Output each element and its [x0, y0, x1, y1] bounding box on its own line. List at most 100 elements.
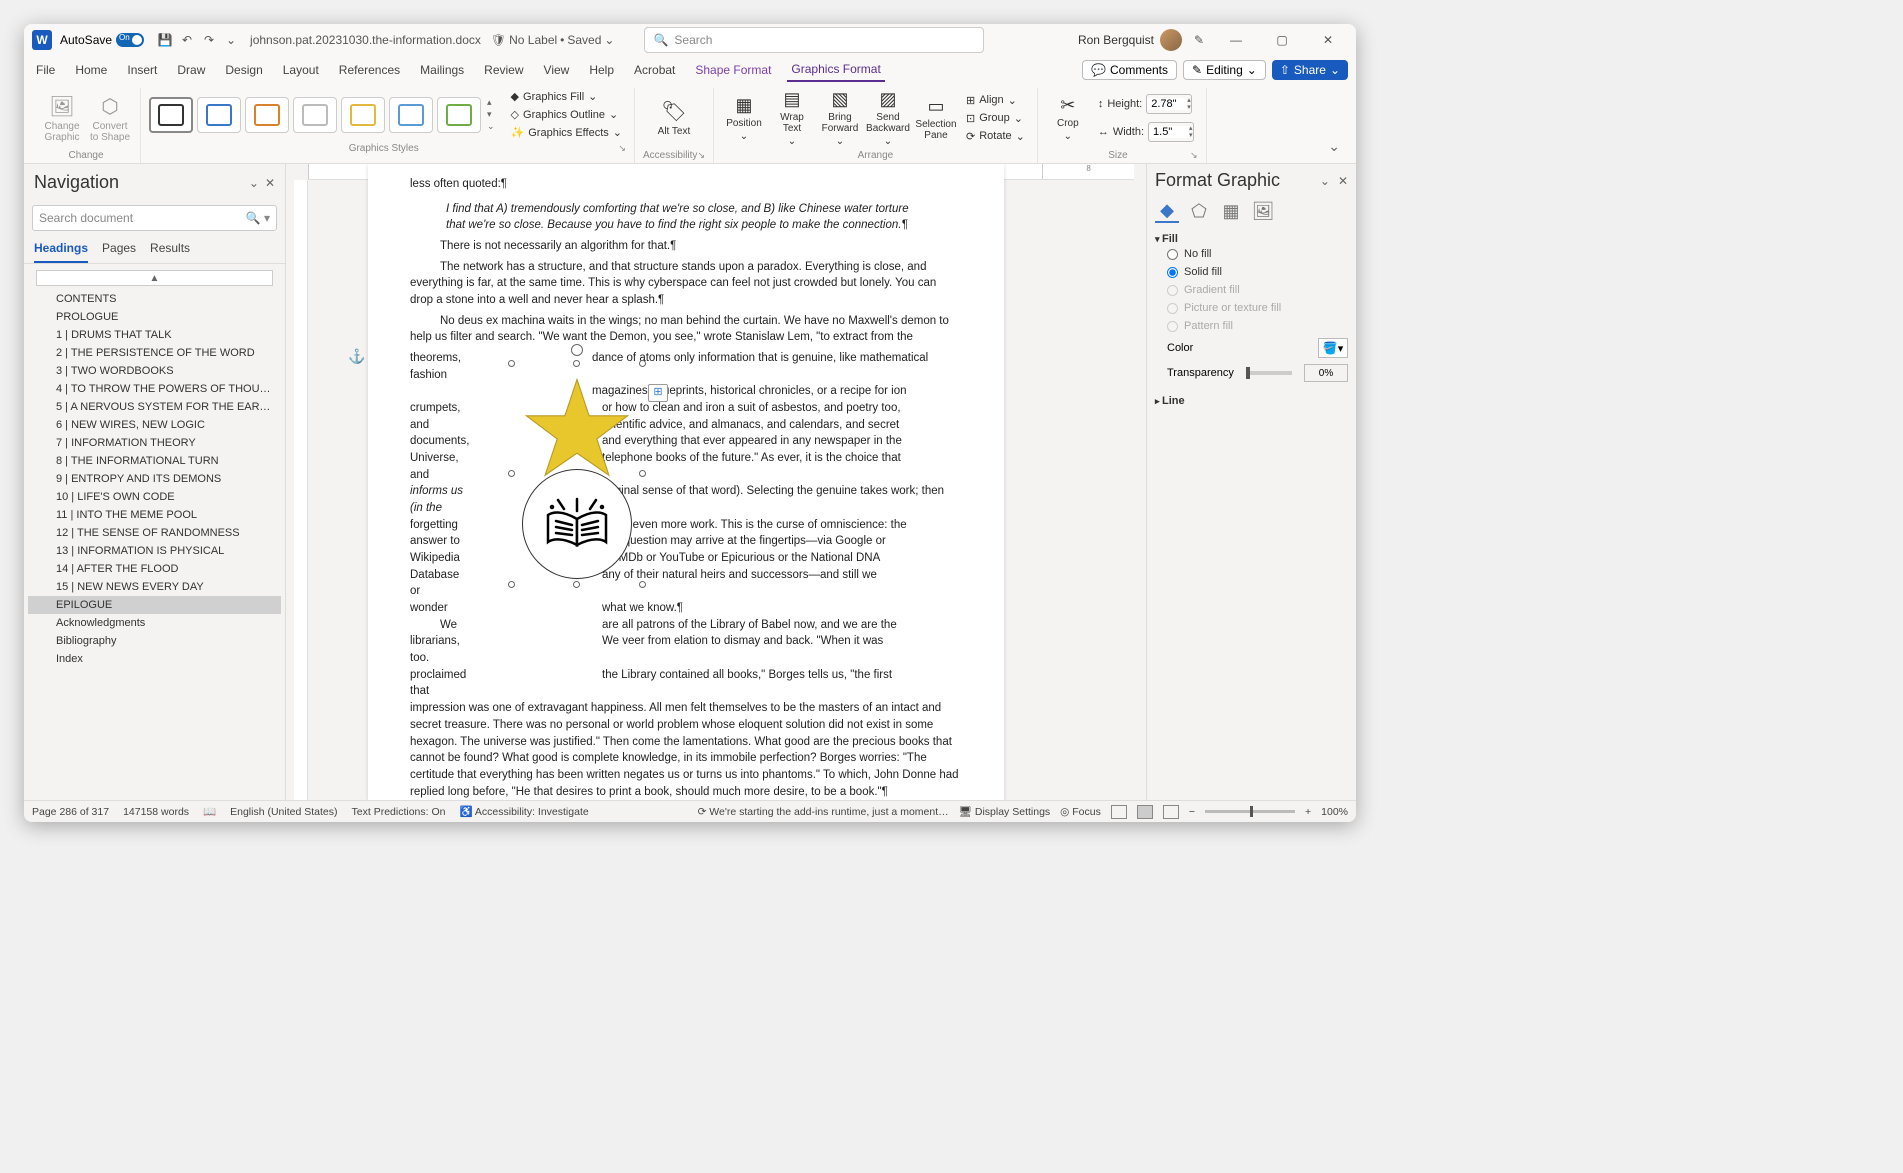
nav-outline-item[interactable]: PROLOGUE — [28, 308, 281, 326]
toggle-switch-icon[interactable]: On — [116, 33, 144, 47]
comments-button[interactable]: 💬 Comments — [1082, 60, 1177, 80]
fmt-dropdown-icon[interactable]: ⌄ — [1320, 174, 1330, 188]
height-field[interactable]: ↕ Height: ▴▾ — [1094, 92, 1198, 116]
body-text[interactable]: There is not necessarily an algorithm fo… — [410, 238, 962, 255]
book-graphic[interactable] — [522, 469, 632, 579]
width-input[interactable] — [1149, 126, 1189, 138]
resize-handle[interactable] — [639, 360, 646, 367]
bring-forward-button[interactable]: ▧Bring Forward⌄ — [818, 88, 862, 148]
close-button[interactable]: ✕ — [1308, 26, 1348, 54]
styles-launcher-icon[interactable]: ↘ — [618, 143, 626, 154]
fill-line-tab-icon[interactable]: ◆ — [1155, 199, 1179, 223]
tab-graphics-format[interactable]: Graphics Format — [787, 58, 884, 82]
tab-design[interactable]: Design — [221, 59, 266, 81]
document-area[interactable]: 12345678 ⚓ less often quoted:¶ I find th… — [286, 164, 1146, 800]
accessibility-launcher-icon[interactable]: ↘ — [697, 150, 705, 161]
crop-button[interactable]: ✂Crop⌄ — [1046, 88, 1090, 148]
text-predictions[interactable]: Text Predictions: On — [352, 806, 446, 818]
picture-tab-icon[interactable]: 🖼 — [1251, 199, 1275, 223]
anchor-icon[interactable]: ⚓ — [348, 348, 365, 365]
graphics-fill-dropdown[interactable]: ◆ Graphics Fill ⌄ — [507, 88, 626, 105]
autosave-toggle[interactable]: AutoSave On — [60, 33, 144, 47]
nav-tab-results[interactable]: Results — [150, 241, 190, 263]
resize-handle[interactable] — [639, 470, 646, 477]
graphic-style-5[interactable] — [341, 97, 385, 133]
maximize-button[interactable]: ▢ — [1262, 26, 1302, 54]
resize-handle[interactable] — [639, 581, 646, 588]
user-name[interactable]: Ron Bergquist — [1078, 33, 1154, 47]
word-count[interactable]: 147158 words — [123, 806, 189, 818]
gradient-fill-radio[interactable]: Gradient fill — [1155, 281, 1348, 299]
nav-outline-item[interactable]: 4 | TO THROW THE POWERS OF THOUGHT INTO… — [28, 380, 281, 398]
resize-handle[interactable] — [573, 360, 580, 367]
rotate-handle[interactable] — [571, 344, 583, 356]
redo-icon[interactable]: ↷ — [198, 29, 220, 51]
web-layout-icon[interactable] — [1163, 805, 1179, 819]
line-section-header[interactable]: Line — [1155, 395, 1348, 407]
layout-tab-icon[interactable]: ▦ — [1219, 199, 1243, 223]
fill-color-button[interactable]: 🪣▾ — [1318, 338, 1348, 358]
nav-outline-item[interactable]: 15 | NEW NEWS EVERY DAY — [28, 578, 281, 596]
nav-tab-pages[interactable]: Pages — [102, 241, 136, 263]
tab-mailings[interactable]: Mailings — [416, 59, 468, 81]
width-field[interactable]: ↔ Width: ▴▾ — [1094, 120, 1198, 144]
read-mode-icon[interactable] — [1111, 805, 1127, 819]
zoom-out[interactable]: − — [1189, 806, 1195, 818]
tab-acrobat[interactable]: Acrobat — [630, 59, 679, 81]
page-count[interactable]: Page 286 of 317 — [32, 806, 109, 818]
pen-input-icon[interactable]: ✎ — [1188, 29, 1210, 51]
avatar[interactable] — [1160, 29, 1182, 51]
vertical-ruler[interactable] — [294, 180, 308, 800]
share-button[interactable]: ⇧ Share ⌄ — [1272, 60, 1348, 80]
nav-outline-item[interactable]: CONTENTS — [28, 290, 281, 308]
zoom-in[interactable]: + — [1305, 806, 1311, 818]
star-shape[interactable] — [522, 374, 632, 484]
display-settings[interactable]: 🖥 Display Settings — [959, 805, 1051, 818]
focus-mode[interactable]: ◎ Focus — [1060, 806, 1101, 818]
nav-outline-item[interactable]: Acknowledgments — [28, 614, 281, 632]
height-input[interactable] — [1147, 98, 1187, 110]
nav-outline-item[interactable]: Bibliography — [28, 632, 281, 650]
styles-gallery-more[interactable]: ▴▾⌄ — [485, 97, 495, 132]
nav-outline-item[interactable]: 5 | A NERVOUS SYSTEM FOR THE EARTH — [28, 398, 281, 416]
nav-dropdown-icon[interactable]: ⌄ — [249, 176, 259, 190]
nav-outline-item[interactable]: 10 | LIFE'S OWN CODE — [28, 488, 281, 506]
nav-outline-item[interactable]: Index — [28, 650, 281, 668]
tab-shape-format[interactable]: Shape Format — [691, 59, 775, 81]
tab-home[interactable]: Home — [71, 59, 111, 81]
send-backward-button[interactable]: ▨Send Backward⌄ — [866, 88, 910, 148]
group-dropdown[interactable]: ⊡ Group ⌄ — [962, 110, 1029, 127]
resize-handle[interactable] — [573, 581, 580, 588]
graphic-style-3[interactable] — [245, 97, 289, 133]
nav-close-icon[interactable]: ✕ — [265, 176, 275, 190]
transparency-slider[interactable] — [1246, 371, 1292, 375]
nav-outline-item[interactable]: 11 | INTO THE MEME POOL — [28, 506, 281, 524]
editing-dropdown[interactable]: ✎ Editing ⌄ — [1183, 60, 1266, 80]
wrap-text-button[interactable]: ▤Wrap Text⌄ — [770, 88, 814, 148]
nav-outline-item[interactable]: 1 | DRUMS THAT TALK — [28, 326, 281, 344]
minimize-button[interactable]: — — [1216, 26, 1256, 54]
print-layout-icon[interactable] — [1137, 805, 1153, 819]
spellcheck-icon[interactable]: 📖 — [203, 805, 216, 818]
zoom-level[interactable]: 100% — [1321, 806, 1348, 818]
rotate-dropdown[interactable]: ⟳ Rotate ⌄ — [962, 128, 1029, 145]
nav-outline-item[interactable]: 3 | TWO WORDBOOKS — [28, 362, 281, 380]
graphics-effects-dropdown[interactable]: ✨ Graphics Effects ⌄ — [507, 124, 626, 141]
nav-tab-headings[interactable]: Headings — [34, 241, 88, 263]
no-fill-radio[interactable]: No fill — [1155, 245, 1348, 263]
align-dropdown[interactable]: ⊞ Align ⌄ — [962, 92, 1029, 109]
graphic-style-4[interactable] — [293, 97, 337, 133]
body-text[interactable]: impression was one of extravagant happin… — [410, 700, 962, 800]
picture-fill-radio[interactable]: Picture or texture fill — [1155, 299, 1348, 317]
tab-review[interactable]: Review — [480, 59, 527, 81]
tab-layout[interactable]: Layout — [279, 59, 323, 81]
search-input[interactable]: 🔍 Search — [644, 27, 984, 53]
fmt-close-icon[interactable]: ✕ — [1338, 174, 1348, 188]
tab-insert[interactable]: Insert — [123, 59, 161, 81]
size-launcher-icon[interactable]: ↘ — [1190, 150, 1198, 161]
graphic-style-7[interactable] — [437, 97, 481, 133]
nav-outline-item[interactable]: 6 | NEW WIRES, NEW LOGIC — [28, 416, 281, 434]
tab-view[interactable]: View — [540, 59, 574, 81]
nav-outline-item[interactable]: 14 | AFTER THE FLOOD — [28, 560, 281, 578]
undo-icon[interactable]: ↶ — [176, 29, 198, 51]
